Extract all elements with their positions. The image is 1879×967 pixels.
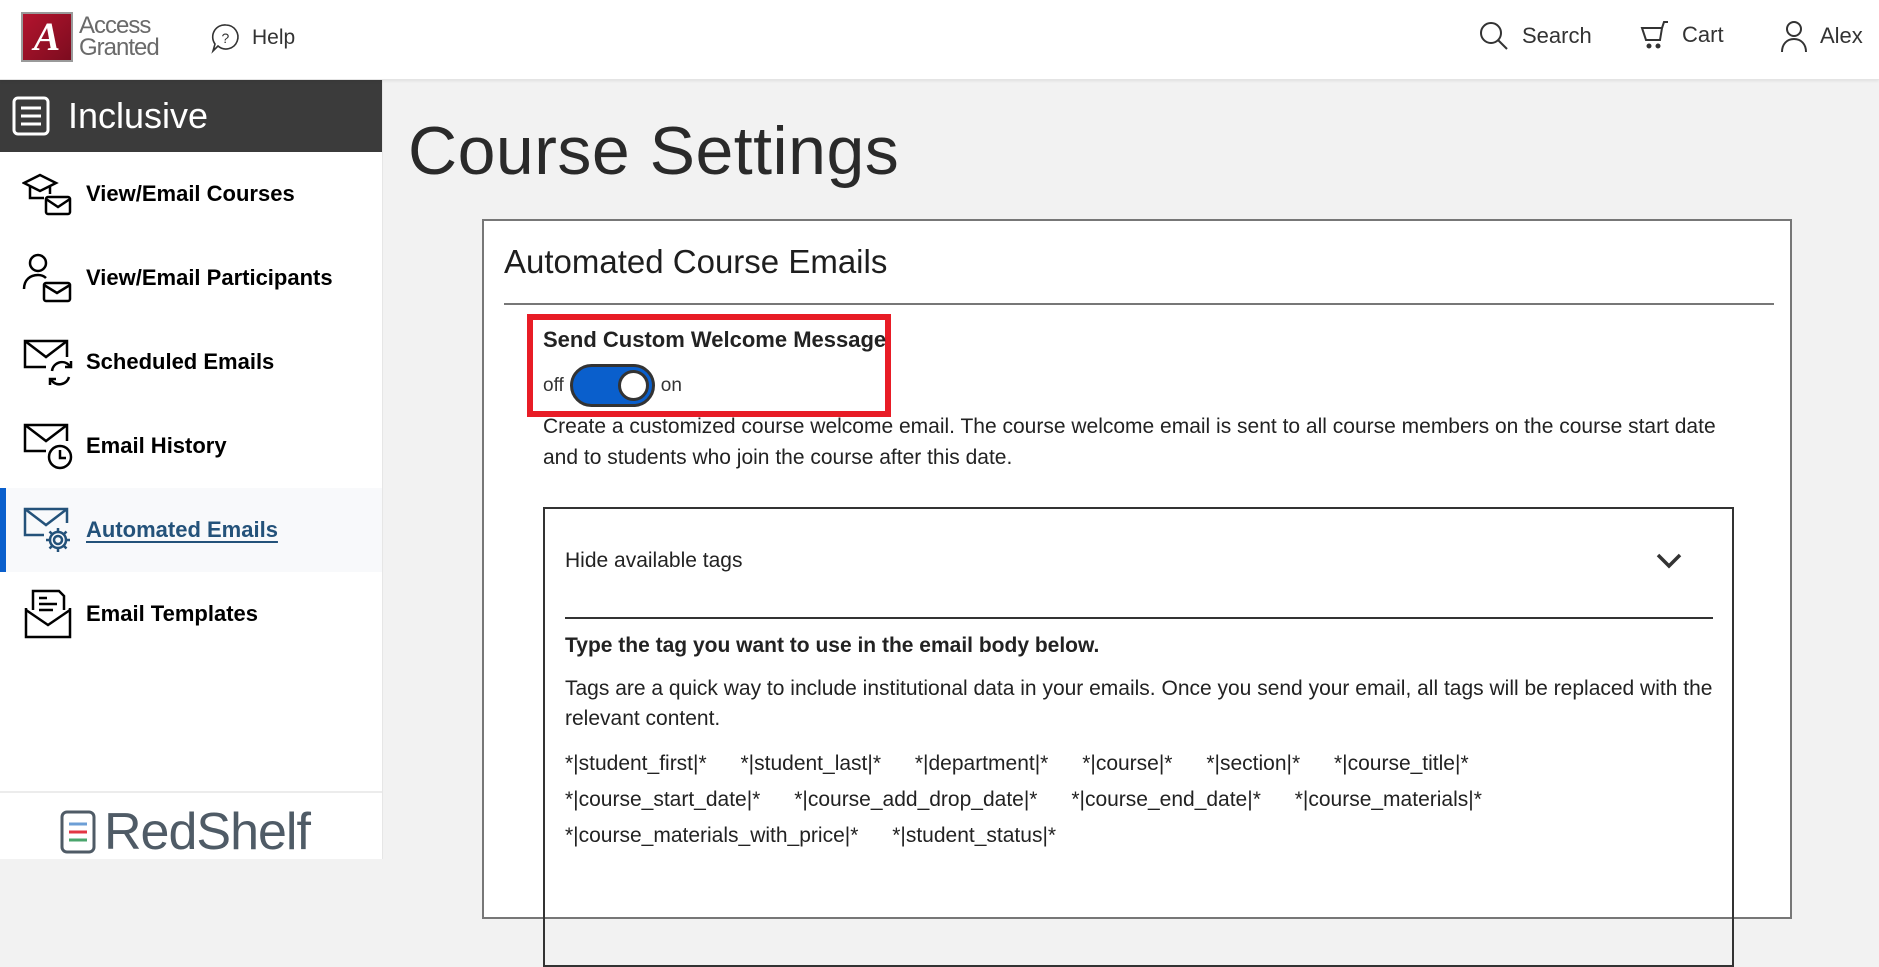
sidebar-item-automated-emails[interactable]: Automated Emails <box>0 488 382 572</box>
sidebar-item-label: Scheduled Emails <box>86 349 275 374</box>
sidebar-item-label: Automated Emails <box>86 517 278 542</box>
logo-text-line2: Granted <box>79 34 160 61</box>
mail-gear-icon <box>22 504 74 556</box>
sidebar-item-email-templates[interactable]: Email Templates <box>0 572 382 656</box>
mail-clock-icon <box>22 420 74 472</box>
tag-item[interactable]: *|student_first|* <box>565 746 707 782</box>
sidebar: Inclusive View/Email Courses View/Email … <box>0 80 383 862</box>
sidebar-item-label: Email History <box>86 433 227 458</box>
active-indicator <box>0 488 6 572</box>
sidebar-header: Inclusive <box>0 80 382 152</box>
card-title: Automated Course Emails <box>504 243 888 280</box>
welcome-toggle-row: off on <box>543 364 682 407</box>
toggle-off-label: off <box>543 374 564 396</box>
tag-list: *|student_first|* *|student_last|* *|dep… <box>565 746 1715 854</box>
sidebar-item-view-email-participants[interactable]: View/Email Participants <box>0 236 382 320</box>
user-name: Alex <box>1820 23 1863 48</box>
tags-divider <box>565 617 1713 619</box>
tag-item[interactable]: *|course|* <box>1082 746 1172 782</box>
tags-instruction: Type the tag you want to use in the emai… <box>565 634 1100 657</box>
user-icon <box>1781 21 1807 52</box>
person-mail-icon <box>22 252 74 304</box>
graduation-cap-mail-icon <box>22 168 74 220</box>
tag-item[interactable]: *|course_materials_with_price|* <box>565 818 858 854</box>
document-list-icon <box>12 96 50 136</box>
tags-help-text: Tags are a quick way to include institut… <box>565 677 1713 730</box>
toggle-on-label: on <box>660 374 682 396</box>
svg-text:?: ? <box>222 30 230 46</box>
cart-label: Cart <box>1682 22 1724 47</box>
tag-item[interactable]: *|course_end_date|* <box>1071 782 1261 818</box>
tag-item[interactable]: *|section|* <box>1206 746 1300 782</box>
sidebar-item-view-email-courses[interactable]: View/Email Courses <box>0 152 382 236</box>
toggle-knob <box>617 370 649 401</box>
page-title: Course Settings <box>408 113 900 189</box>
help-link[interactable]: ? Help <box>210 22 295 54</box>
tag-item[interactable]: *|department|* <box>915 746 1049 782</box>
automated-emails-card: Automated Course Emails Send Custom Welc… <box>482 219 1792 967</box>
welcome-message-toggle[interactable] <box>569 364 655 407</box>
access-granted-logo[interactable]: A Access Granted <box>21 12 160 62</box>
user-menu-button[interactable]: Alex <box>1780 20 1863 52</box>
search-label: Search <box>1522 23 1592 48</box>
redshelf-logo-text: RedShelf <box>104 803 311 861</box>
sidebar-item-scheduled-emails[interactable]: Scheduled Emails <box>0 320 382 404</box>
sidebar-item-label: Email Templates <box>86 601 258 626</box>
chevron-down-icon[interactable] <box>1656 553 1682 569</box>
script-a-logo-icon: A <box>21 12 73 62</box>
sidebar-item-email-history[interactable]: Email History <box>0 404 382 488</box>
help-bubble-icon: ? <box>211 24 239 54</box>
tag-item[interactable]: *|course_title|* <box>1334 746 1469 782</box>
tag-item[interactable]: *|course_add_drop_date|* <box>794 782 1037 818</box>
cart-icon <box>1640 21 1668 49</box>
available-tags-panel: Hide available tags Type the tag you wan… <box>543 507 1734 967</box>
top-navigation-bar: A Access Granted ? Help Search Cart Alex <box>0 0 1879 80</box>
sidebar-title: Inclusive <box>68 95 209 136</box>
tag-item[interactable]: *|student_last|* <box>741 746 882 782</box>
redshelf-book-icon <box>60 810 96 854</box>
help-label: Help <box>252 26 296 49</box>
search-icon <box>1480 22 1508 50</box>
search-button[interactable]: Search <box>1478 20 1592 52</box>
mail-document-icon <box>22 588 74 640</box>
tag-item[interactable]: *|course_materials|* <box>1295 782 1482 818</box>
cart-button[interactable]: Cart <box>1640 20 1724 50</box>
tag-item[interactable]: *|student_status|* <box>892 818 1056 854</box>
hide-tags-toggle[interactable]: Hide available tags <box>565 549 742 573</box>
sidebar-footer-divider <box>0 791 382 793</box>
welcome-toggle-label: Send Custom Welcome Message <box>543 327 887 352</box>
mail-refresh-icon <box>22 336 74 388</box>
welcome-description: Create a customized course welcome email… <box>543 415 1716 469</box>
sidebar-item-label: View/Email Participants <box>86 265 333 290</box>
tag-item[interactable]: *|course_start_date|* <box>565 782 760 818</box>
card-divider <box>504 303 1774 305</box>
redshelf-logo: RedShelf <box>60 802 311 862</box>
sidebar-item-label: View/Email Courses <box>86 181 295 206</box>
